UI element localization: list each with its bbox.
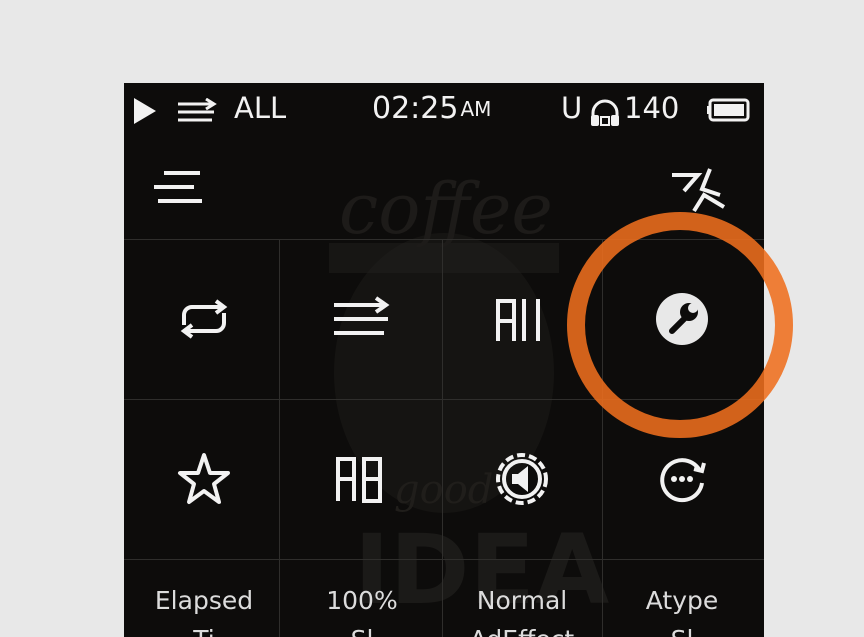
settings-button[interactable] bbox=[602, 239, 762, 399]
ab-repeat-button[interactable] bbox=[282, 399, 442, 559]
wrench-icon bbox=[656, 293, 708, 345]
all-icon bbox=[496, 299, 540, 341]
play-icon bbox=[134, 98, 156, 124]
repeat-button[interactable] bbox=[124, 239, 284, 399]
sequence-icon bbox=[178, 98, 217, 122]
label-normal-line2: AdEffect bbox=[442, 625, 602, 637]
label-elapsed-line2: Ti bbox=[124, 625, 284, 637]
battery-icon bbox=[707, 98, 750, 122]
menu-icon[interactable] bbox=[150, 169, 206, 209]
top-bar bbox=[124, 139, 764, 239]
speaker-gear-icon bbox=[496, 453, 548, 505]
label-atype: Atype bbox=[645, 586, 719, 615]
clock-time: 02:25 bbox=[372, 91, 459, 126]
label-elapsed: Elapsed bbox=[154, 586, 254, 615]
clock: 02:25 AM bbox=[372, 91, 491, 126]
player-screen: coffee IDEA good ALL 02:25 AM U 140 Elap… bbox=[124, 83, 764, 637]
repeat-all-button[interactable] bbox=[442, 239, 602, 399]
dots-rotate-icon bbox=[660, 458, 706, 503]
repeat-scope-text: ALL bbox=[234, 91, 287, 125]
sequence-icon bbox=[334, 296, 390, 335]
sequence-button[interactable] bbox=[282, 239, 442, 399]
label-speed-line2: Sl bbox=[282, 625, 442, 637]
grid-line bbox=[124, 559, 764, 560]
headphone-icon bbox=[591, 99, 619, 126]
usb-indicator: U bbox=[561, 91, 583, 125]
status-bar: ALL 02:25 AM U 140 bbox=[124, 83, 764, 139]
favorite-button[interactable] bbox=[124, 399, 284, 559]
ab-repeat-icon bbox=[336, 457, 382, 503]
sound-effect-button[interactable] bbox=[442, 399, 602, 559]
audio-type-button[interactable] bbox=[602, 399, 762, 559]
label-speed: 100% bbox=[326, 586, 398, 615]
clock-suffix: AM bbox=[460, 96, 492, 121]
label-normal: Normal bbox=[476, 586, 568, 615]
volume-level: 140 bbox=[624, 91, 680, 125]
repeat-icon bbox=[180, 299, 228, 339]
function-grid bbox=[124, 239, 764, 637]
star-icon bbox=[178, 453, 230, 504]
label-atype-line2: Sl bbox=[602, 625, 762, 637]
shuffle-icon[interactable] bbox=[664, 165, 734, 215]
